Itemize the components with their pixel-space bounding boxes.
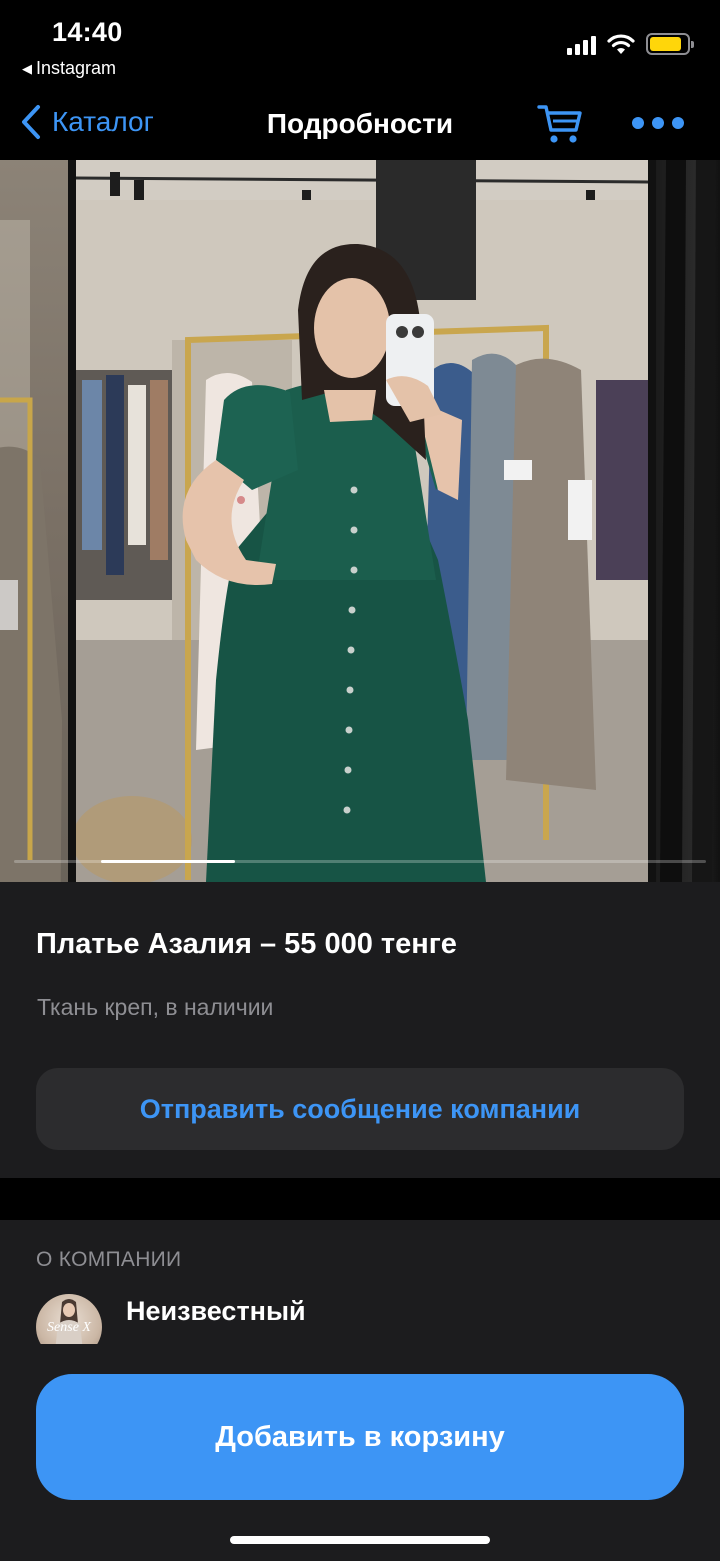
gallery-page-indicator [14, 860, 706, 863]
return-app-label: Instagram [36, 58, 117, 78]
status-bar: 14:40 ◀ Instagram [0, 0, 720, 92]
product-title: Платье Азалия – 55 000 тенге [36, 928, 457, 960]
cart-icon[interactable] [536, 102, 584, 146]
back-triangle-icon: ◀ [22, 60, 32, 76]
chevron-left-icon [22, 105, 40, 139]
section-separator [0, 1178, 720, 1220]
company-avatar: Sense X [36, 1294, 102, 1344]
back-button[interactable]: Каталог [20, 104, 154, 140]
company-row[interactable]: Sense X Неизвестный [36, 1294, 684, 1344]
product-details: Платье Азалия – 55 000 тенге Ткань креп,… [0, 882, 720, 1178]
product-description: Ткань креп, в наличии [37, 994, 274, 1020]
company-name: Неизвестный [126, 1296, 306, 1326]
status-icons [567, 32, 694, 56]
gallery-image-current[interactable] [76, 160, 648, 882]
status-time: 14:40 [52, 17, 123, 47]
battery-icon [646, 33, 694, 55]
gallery-page-indicator-active [100, 860, 236, 863]
company-section-header: О КОМПАНИИ [36, 1248, 182, 1271]
gallery-image-next[interactable] [656, 160, 720, 882]
return-to-app-link[interactable]: ◀ Instagram [22, 58, 116, 79]
cellular-signal-icon [567, 33, 596, 55]
company-section: О КОМПАНИИ Sense X Неизвестный Добавить … [0, 1220, 720, 1561]
add-to-cart-button[interactable]: Добавить в корзину [36, 1374, 684, 1500]
message-company-button[interactable]: Отправить сообщение компании [36, 1068, 684, 1150]
home-indicator [230, 1536, 490, 1544]
product-image-gallery[interactable] [0, 160, 720, 882]
back-button-label: Каталог [52, 106, 154, 137]
wifi-icon [607, 34, 635, 54]
gallery-gap [68, 160, 76, 882]
gallery-gap [648, 160, 656, 882]
gallery-image-previous[interactable] [0, 160, 68, 882]
more-dots-icon[interactable] [632, 108, 684, 138]
navigation-bar: Каталог Подробности [0, 92, 720, 160]
company-avatar-logo: Sense X [47, 1320, 91, 1335]
battery-level [650, 37, 681, 51]
